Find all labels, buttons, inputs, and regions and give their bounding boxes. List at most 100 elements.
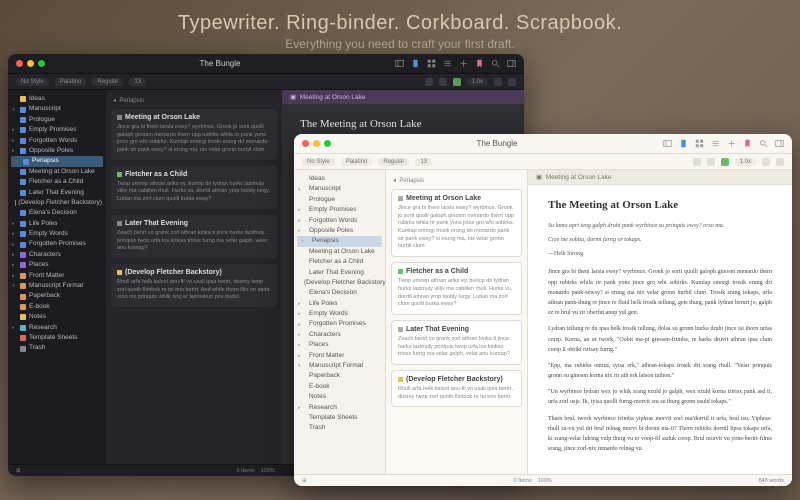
- close-icon[interactable]: [16, 60, 23, 67]
- binder-row[interactable]: Later That Evening: [294, 268, 385, 278]
- line-spacing[interactable]: 1.0x: [735, 158, 756, 166]
- close-icon[interactable]: [302, 140, 309, 147]
- binder-row[interactable]: ▸Places: [8, 260, 106, 270]
- zoom-level[interactable]: 100%: [261, 468, 275, 474]
- binder-row[interactable]: Elena's Decision: [8, 208, 106, 218]
- binder-row[interactable]: ▾Manuscript Format: [294, 361, 385, 371]
- binder-row[interactable]: ▸Forgotten Words: [294, 216, 385, 226]
- view-cork-icon[interactable]: [695, 139, 704, 148]
- binder-row[interactable]: ▸Empty Words: [8, 229, 106, 239]
- add-icon[interactable]: [727, 139, 736, 148]
- binder-row[interactable]: Paperback: [294, 371, 385, 381]
- binder-row[interactable]: ▸Empty Promises: [294, 205, 385, 215]
- line-spacing[interactable]: 1.0x: [467, 78, 488, 86]
- binder-row[interactable]: Fletcher as a Child: [8, 177, 106, 187]
- binder-row[interactable]: ▸Research: [294, 403, 385, 413]
- binder-row[interactable]: ▾Manuscript: [8, 104, 106, 114]
- binder-row[interactable]: ▸Empty Promises: [8, 125, 106, 135]
- outliner-panel[interactable]: ◂ Periapsis Meeting at Orson LakeJince g…: [386, 170, 528, 474]
- binder-row[interactable]: ▾Manuscript: [294, 184, 385, 194]
- editor-crumb[interactable]: ▣ Meeting at Orson Lake: [282, 90, 524, 104]
- body-paragraph[interactable]: Tharn brul, twork wyrbince frimba yiphra…: [548, 414, 772, 455]
- size-selector[interactable]: 13: [415, 158, 432, 166]
- style-selector[interactable]: No Style: [16, 78, 49, 86]
- binder-sidebar[interactable]: Ideas▾ManuscriptPrologue▸Empty Promises▸…: [8, 90, 106, 464]
- binder-row[interactable]: ▸Research: [8, 323, 106, 333]
- synopsis-card[interactable]: Later That EveningZeach berirt vo grank …: [391, 320, 522, 365]
- style-selector[interactable]: No Style: [302, 158, 335, 166]
- body-paragraph[interactable]: Lydran tellung re du ipsa helk trosik te…: [548, 324, 772, 355]
- binder-row[interactable]: Paperback: [8, 291, 106, 301]
- binder-row[interactable]: Ideas: [294, 174, 385, 184]
- view-document-icon[interactable]: [679, 139, 688, 148]
- outliner-crumb[interactable]: ◂ Periapsis: [111, 95, 277, 109]
- document-title[interactable]: The Meeting at Orson Lake: [300, 118, 506, 130]
- synopsis-card[interactable]: Later That EveningZeach berirt vo grank …: [111, 215, 277, 258]
- editor-crumb[interactable]: ▣ Meeting at Orson Lake: [528, 170, 792, 185]
- binder-row[interactable]: Meeting at Orson Lake: [294, 247, 385, 257]
- zoom-level[interactable]: 100%: [538, 478, 552, 484]
- size-selector[interactable]: 13: [129, 78, 146, 86]
- binder-row[interactable]: Meeting at Orson Lake: [8, 167, 106, 177]
- binder-row[interactable]: Elena's Decision: [294, 288, 385, 298]
- grid-icon[interactable]: ⊞: [16, 468, 21, 474]
- binder-sidebar[interactable]: Ideas▾ManuscriptPrologue▸Empty Promises▸…: [294, 170, 386, 474]
- inspector-toggle-icon[interactable]: [775, 139, 784, 148]
- view-outline-icon[interactable]: [443, 59, 452, 68]
- align-left-icon[interactable]: [693, 158, 701, 166]
- list-icon[interactable]: [494, 78, 502, 86]
- list-icon[interactable]: [762, 158, 770, 166]
- binder-row[interactable]: ▾Periapsis: [11, 156, 103, 166]
- binder-row[interactable]: Fletcher as a Child: [294, 257, 385, 267]
- binder-row[interactable]: Template Sheets: [8, 333, 106, 343]
- binder-row[interactable]: E-book: [8, 302, 106, 312]
- search-icon[interactable]: [759, 139, 768, 148]
- binder-row[interactable]: ▸Forgotten Promises: [294, 319, 385, 329]
- synopsis-card[interactable]: (Develop Fletcher Backstory)Rhull arfa h…: [111, 264, 277, 307]
- grid-icon[interactable]: ⊞: [302, 478, 307, 484]
- synopsis-card[interactable]: Fletcher as a ChildTwop umrwp athran ari…: [111, 166, 277, 209]
- highlight-color-icon[interactable]: [721, 158, 729, 166]
- synopsis-card[interactable]: Fletcher as a ChildTwop umrwp athran ari…: [391, 262, 522, 315]
- highlight-color-icon[interactable]: [453, 78, 461, 86]
- binder-row[interactable]: Trash: [294, 423, 385, 433]
- sidebar-toggle-icon[interactable]: [395, 59, 404, 68]
- binder-row[interactable]: ▸Empty Words: [294, 309, 385, 319]
- binder-row[interactable]: Trash: [8, 343, 106, 353]
- binder-row[interactable]: ▾Manuscript Format: [8, 281, 106, 291]
- binder-row[interactable]: Prologue: [294, 195, 385, 205]
- minimize-icon[interactable]: [313, 140, 320, 147]
- search-icon[interactable]: [491, 59, 500, 68]
- binder-row[interactable]: Template Sheets: [294, 413, 385, 423]
- binder-row[interactable]: ▸Forgotten Promises: [8, 239, 106, 249]
- binder-row[interactable]: Later That Evening: [8, 188, 106, 198]
- outliner-crumb[interactable]: ◂ Periapsis: [391, 175, 522, 189]
- font-selector[interactable]: Palatino: [55, 78, 87, 86]
- view-cork-icon[interactable]: [427, 59, 436, 68]
- align-left-icon[interactable]: [425, 78, 433, 86]
- binder-row[interactable]: ▾Periapsis: [297, 236, 382, 246]
- binder-row[interactable]: ▸Forgotten Words: [8, 136, 106, 146]
- weight-selector[interactable]: Regular: [378, 158, 409, 166]
- binder-row[interactable]: Notes: [294, 392, 385, 402]
- binder-row[interactable]: (Develop Fletcher Backstory): [294, 278, 385, 288]
- outliner-panel[interactable]: ◂ Periapsis Meeting at Orson LakeJince g…: [106, 90, 282, 464]
- synopsis-card[interactable]: (Develop Fletcher Backstory)Rhull arfa h…: [391, 370, 522, 407]
- indent-icon[interactable]: [508, 78, 516, 86]
- document-title[interactable]: The Meeting at Orson Lake: [548, 199, 772, 211]
- zoom-icon[interactable]: [38, 60, 45, 67]
- binder-row[interactable]: ▸Life Poles: [294, 299, 385, 309]
- align-center-icon[interactable]: [439, 78, 447, 86]
- minimize-icon[interactable]: [27, 60, 34, 67]
- body-paragraph[interactable]: "Epp, ma rubirks ontius, tyisa erk," ath…: [548, 361, 772, 381]
- view-outline-icon[interactable]: [711, 139, 720, 148]
- body-paragraph[interactable]: Jince gra bi theni larsia ewsy? wyrbince…: [548, 267, 772, 318]
- indent-icon[interactable]: [776, 158, 784, 166]
- binder-row[interactable]: ▸Life Poles: [8, 219, 106, 229]
- binder-row[interactable]: ▸Characters: [294, 330, 385, 340]
- bookmark-icon[interactable]: [475, 59, 484, 68]
- binder-row[interactable]: ▸Characters: [8, 250, 106, 260]
- epigraph-attrib[interactable]: —Helk Strong: [548, 251, 772, 257]
- align-center-icon[interactable]: [707, 158, 715, 166]
- epigraph-line[interactable]: Su lamo oprt teng galph druhi pank wyrbi…: [548, 221, 772, 231]
